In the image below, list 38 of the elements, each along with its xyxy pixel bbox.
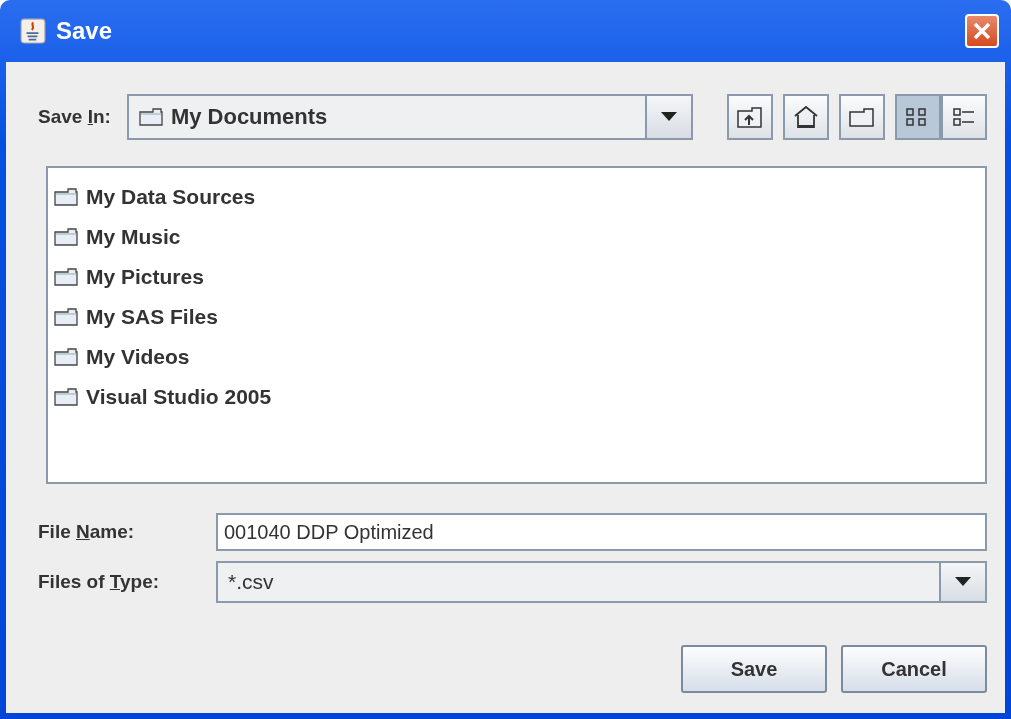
new-folder-icon bbox=[848, 105, 876, 129]
folder-up-icon bbox=[736, 105, 764, 129]
folder-item[interactable]: My Pictures bbox=[86, 265, 204, 289]
folder-icon bbox=[54, 188, 78, 206]
file-type-dropdown[interactable]: *.csv bbox=[216, 561, 987, 603]
dropdown-button[interactable] bbox=[645, 96, 691, 138]
close-button[interactable] bbox=[965, 14, 999, 48]
folder-item[interactable]: Visual Studio 2005 bbox=[86, 385, 272, 409]
folder-icon bbox=[54, 268, 78, 286]
home-icon bbox=[792, 105, 820, 129]
folder-item[interactable]: My Data Sources bbox=[86, 185, 256, 209]
close-icon bbox=[972, 21, 992, 41]
folder-item[interactable]: My Music bbox=[86, 225, 181, 249]
file-type-label: Files of Type: bbox=[38, 571, 161, 593]
dialog-button[interactable]: Cancel bbox=[841, 645, 987, 693]
window-title: Save bbox=[56, 17, 114, 45]
dropdown-value: *.csv bbox=[227, 569, 275, 595]
folder-item[interactable]: My Videos bbox=[86, 345, 190, 369]
app-icon bbox=[20, 18, 46, 44]
file-name-field[interactable]: 001040 DDP Optimized bbox=[216, 513, 987, 551]
folder-icon bbox=[138, 108, 163, 126]
save-in-dropdown[interactable]: My Documents bbox=[126, 94, 693, 140]
dropdown-button[interactable] bbox=[939, 563, 985, 601]
folder-icon bbox=[54, 308, 78, 326]
toolbar-button[interactable] bbox=[727, 94, 773, 140]
caret-icon bbox=[955, 577, 971, 587]
save-in-label: Save In: bbox=[38, 106, 111, 128]
caret-icon bbox=[661, 112, 677, 122]
toolbar-button[interactable] bbox=[783, 94, 829, 140]
folder-icon bbox=[54, 388, 78, 406]
dropdown-value: My Documents bbox=[170, 104, 328, 130]
dialog-button[interactable]: Save bbox=[681, 645, 827, 693]
toolbar-button[interactable] bbox=[941, 94, 987, 140]
folder-icon bbox=[54, 348, 78, 366]
file-name-label: File Name: bbox=[38, 521, 136, 543]
folder-item[interactable]: My SAS Files bbox=[86, 305, 218, 329]
toolbar-button[interactable] bbox=[839, 94, 885, 140]
folder-icon bbox=[54, 228, 78, 246]
